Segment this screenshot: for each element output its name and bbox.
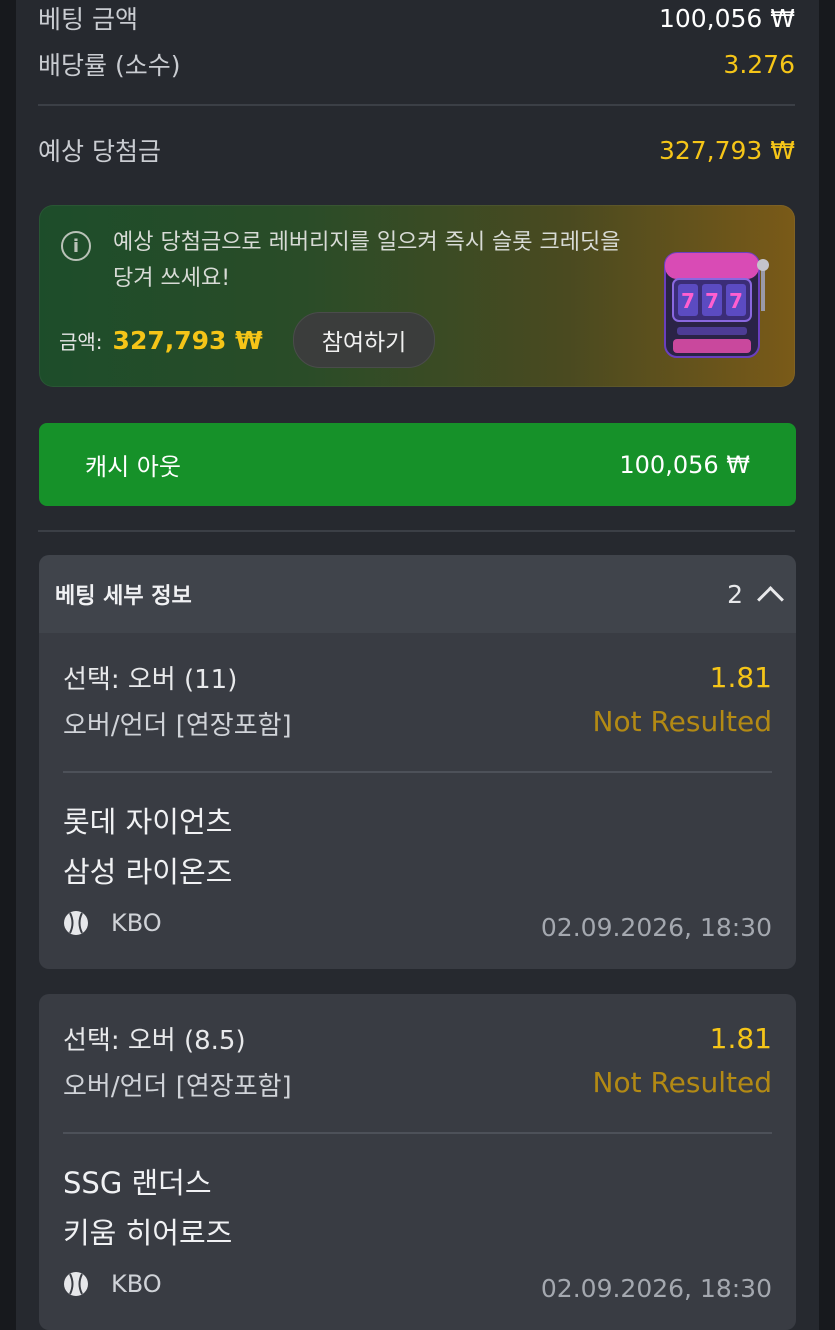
home-team: SSG 랜더스 <box>63 1166 212 1200</box>
cashout-label: 캐시 아웃 <box>85 453 181 481</box>
odds-label: 배당률 (소수) <box>38 51 181 80</box>
slot-credit-promo: i 예상 당첨금으로 레버리지를 일으켜 즉시 슬롯 크레딧을 당겨 쓰세요! … <box>39 205 795 387</box>
bet-selection: 선택: 오버 (8.5) <box>63 1026 246 1056</box>
league-row: KBO <box>63 909 162 937</box>
card-divider <box>63 1132 772 1134</box>
promo-message: 예상 당첨금으로 레버리지를 일으켜 즉시 슬롯 크레딧을 당겨 쓰세요! <box>113 230 621 291</box>
bet-details-header[interactable]: 베팅 세부 정보 2 <box>39 555 796 633</box>
home-team: 롯데 자이언츠 <box>63 805 233 839</box>
card-divider <box>63 771 772 773</box>
bet-market: 오버/언더 [연장포함] <box>63 1072 292 1102</box>
promo-amount-value: 327,793 ₩ <box>112 325 263 355</box>
payout-value: 327,793 ₩ <box>658 135 795 165</box>
promo-amount-row: 금액: 327,793 ₩ 참여하기 <box>59 312 436 368</box>
stake-value: 100,056 ₩ <box>658 3 795 33</box>
svg-text:7: 7 <box>729 289 743 313</box>
bet-card: 선택: 오버 (11) 1.81 오버/언더 [연장포함] Not Result… <box>39 633 796 969</box>
payout-row: 예상 당첨금 327,793 ₩ <box>38 132 795 168</box>
stake-label: 베팅 금액 <box>38 5 138 34</box>
away-team: 키움 히어로즈 <box>63 1216 233 1250</box>
bet-details-controls: 2 <box>727 579 784 613</box>
odds-value: 3.276 <box>723 49 795 79</box>
baseball-icon <box>64 911 88 935</box>
odds-row: 배당률 (소수) 3.276 <box>38 46 795 82</box>
info-icon: i <box>61 231 91 261</box>
bet-market: 오버/언더 [연장포함] <box>63 711 292 741</box>
bet-status: Not Resulted <box>592 705 772 738</box>
join-button[interactable]: 참여하기 <box>292 312 436 368</box>
slot-machine-icon: 7 7 7 <box>664 252 769 358</box>
chevron-up-icon[interactable] <box>757 585 784 613</box>
bet-odds: 1.81 <box>709 661 772 694</box>
league-name: KBO <box>111 909 162 937</box>
baseball-icon <box>64 1272 88 1296</box>
bet-odds: 1.81 <box>709 1022 772 1055</box>
cashout-divider <box>38 530 795 532</box>
league-row: KBO <box>63 1270 162 1298</box>
away-team: 삼성 라이온즈 <box>63 855 233 889</box>
league-name: KBO <box>111 1270 162 1298</box>
bet-slip-panel: 베팅 금액 100,056 ₩ 배당률 (소수) 3.276 예상 당첨금 32… <box>16 0 819 1330</box>
payout-label: 예상 당첨금 <box>38 137 161 166</box>
cashout-value: 100,056 ₩ <box>619 450 750 479</box>
bet-status: Not Resulted <box>592 1066 772 1099</box>
summary-divider <box>38 104 795 106</box>
bet-selection: 선택: 오버 (11) <box>63 665 238 695</box>
bet-details-title: 베팅 세부 정보 <box>55 584 192 609</box>
bet-count: 2 <box>727 579 743 609</box>
promo-amount-label: 금액: <box>59 329 103 354</box>
stake-row: 베팅 금액 100,056 ₩ <box>38 0 795 36</box>
event-datetime: 02.09.2026, 18:30 <box>540 913 772 942</box>
bet-card: 선택: 오버 (8.5) 1.81 오버/언더 [연장포함] Not Resul… <box>39 994 796 1330</box>
cashout-button[interactable]: 캐시 아웃 100,056 ₩ <box>39 423 796 506</box>
svg-text:7: 7 <box>705 289 719 313</box>
svg-text:7: 7 <box>681 289 695 313</box>
event-datetime: 02.09.2026, 18:30 <box>540 1274 772 1303</box>
